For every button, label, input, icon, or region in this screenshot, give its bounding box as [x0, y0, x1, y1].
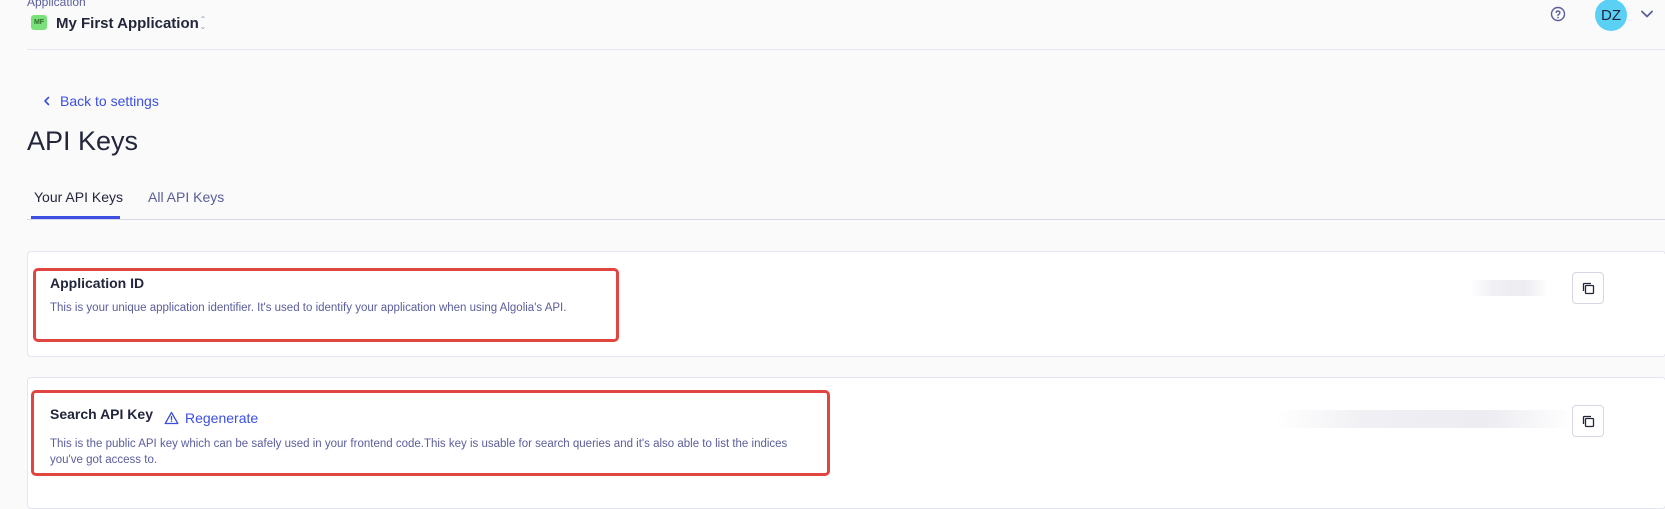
app-caption: Application — [27, 0, 86, 9]
regenerate-button[interactable]: Regenerate — [164, 410, 258, 426]
chevron-left-icon — [44, 96, 50, 106]
avatar[interactable]: DZ — [1595, 0, 1627, 31]
copy-application-id-button[interactable] — [1572, 272, 1604, 304]
search-api-key-description-cont: you've got access to. — [50, 454, 158, 466]
application-id-description: This is your unique application identifi… — [50, 302, 567, 314]
help-circle-icon[interactable] — [1550, 6, 1566, 22]
search-api-key-description: This is the public API key which can be … — [50, 438, 788, 450]
back-link-label: Back to settings — [60, 93, 159, 109]
warning-triangle-icon — [164, 411, 179, 425]
search-api-key-title: Search API Key — [50, 406, 153, 422]
app-name[interactable]: My First Application — [56, 15, 199, 32]
application-id-value — [1470, 280, 1548, 296]
active-tab-indicator — [31, 216, 120, 219]
regenerate-label: Regenerate — [185, 410, 259, 426]
copy-icon — [1582, 415, 1594, 427]
page-title: API Keys — [27, 126, 139, 156]
tab-your-api-keys[interactable]: Your API Keys — [34, 189, 123, 205]
unfold-icon[interactable]: ⌃ ⌄ — [198, 14, 208, 32]
search-api-key-value — [1275, 410, 1575, 428]
application-id-title: Application ID — [50, 275, 145, 291]
chevron-down-icon[interactable] — [1640, 7, 1654, 21]
app-badge: MF — [31, 15, 47, 30]
header-divider — [27, 49, 1665, 50]
copy-search-api-key-button[interactable] — [1572, 405, 1604, 437]
tab-all-api-keys[interactable]: All API Keys — [148, 189, 224, 205]
back-to-settings-link[interactable]: Back to settings — [42, 93, 159, 109]
copy-icon — [1582, 282, 1594, 294]
tabs-divider — [27, 219, 1665, 220]
